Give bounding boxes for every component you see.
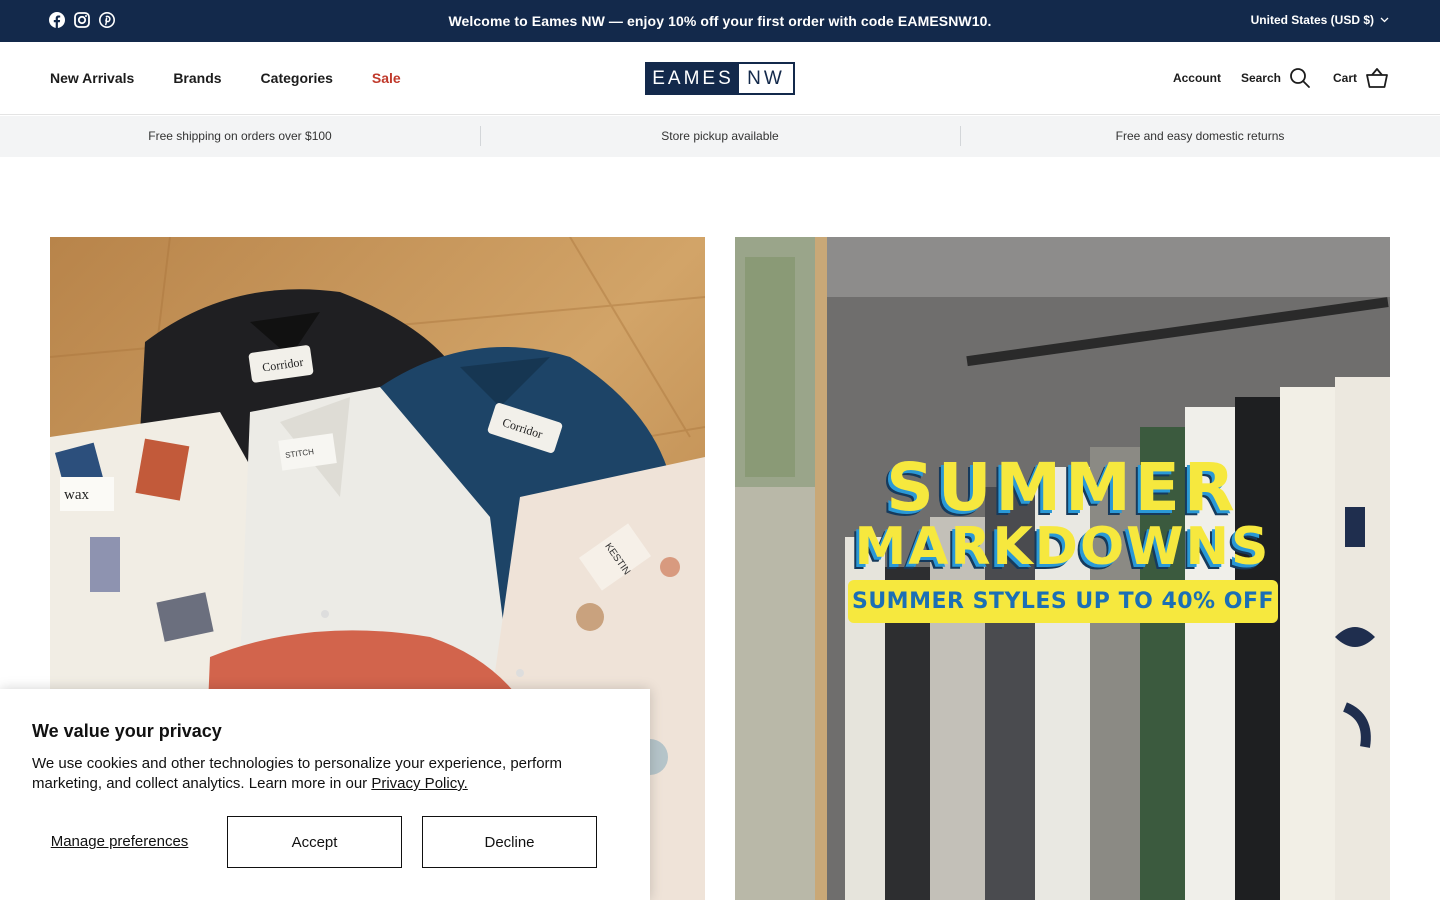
manage-preferences-link[interactable]: Manage preferences [32,833,207,851]
chevron-down-icon [1380,17,1389,23]
search-button[interactable]: Search [1241,67,1311,89]
feature-pickup: Store pickup available [480,116,960,157]
account-label: Account [1172,71,1221,85]
main-nav: New Arrivals Brands Categories Sale [50,70,401,86]
cookie-body: We use cookies and other technologies to… [32,755,563,792]
feature-shipping: Free shipping on orders over $100 [148,129,332,143]
feature-returns: Free and easy domestic returns [960,116,1440,157]
feature-strip: Free shipping on orders over $100 Store … [0,116,1440,157]
cookie-title: We value your privacy [32,721,222,741]
nav-brands[interactable]: Brands [173,70,221,86]
logo-right-text: NW [747,68,785,89]
promo-title-line2: MARKDOWNS [854,517,1271,577]
basket-icon [1366,68,1388,88]
cookie-text: We use cookies and other technologies to… [32,754,592,794]
hero-image-summer-markdowns[interactable]: SUMMER MARKDOWNS SUMMER STYLES UP TO 40%… [735,237,1390,900]
cookie-banner: We value your privacy We use cookies and… [0,689,650,900]
announcement-bar: Welcome to Eames NW — enjoy 10% off your… [0,0,1440,42]
promo-subtitle: SUMMER STYLES UP TO 40% OFF [848,580,1278,623]
accept-button[interactable]: Accept [227,816,402,868]
header-utilities: Account Search Cart [1173,67,1389,89]
site-header: New Arrivals Brands Categories Sale EAME… [0,42,1440,115]
search-icon [1290,68,1310,88]
promo-title-line1: SUMMER [886,449,1239,526]
site-logo[interactable]: EAMES NW [645,62,795,95]
currency-label: United States (USD $) [1250,13,1374,27]
cookie-actions: Manage preferences Accept Decline [32,816,597,868]
nav-sale[interactable]: Sale [372,70,401,86]
nav-new-arrivals[interactable]: New Arrivals [50,70,134,86]
currency-selector[interactable]: United States (USD $) [1251,13,1389,27]
nav-categories[interactable]: Categories [261,70,333,86]
announcement-text: Welcome to Eames NW — enjoy 10% off your… [448,13,992,29]
logo-left-text: EAMES [647,64,739,93]
label-wax: wax [64,487,89,503]
cart-button[interactable]: Cart [1333,67,1389,89]
privacy-policy-link[interactable]: Privacy Policy. [371,775,467,792]
account-link[interactable]: Account [1173,71,1221,85]
cart-label: Cart [1332,71,1357,85]
search-label: Search [1240,71,1281,85]
decline-button[interactable]: Decline [422,816,597,868]
